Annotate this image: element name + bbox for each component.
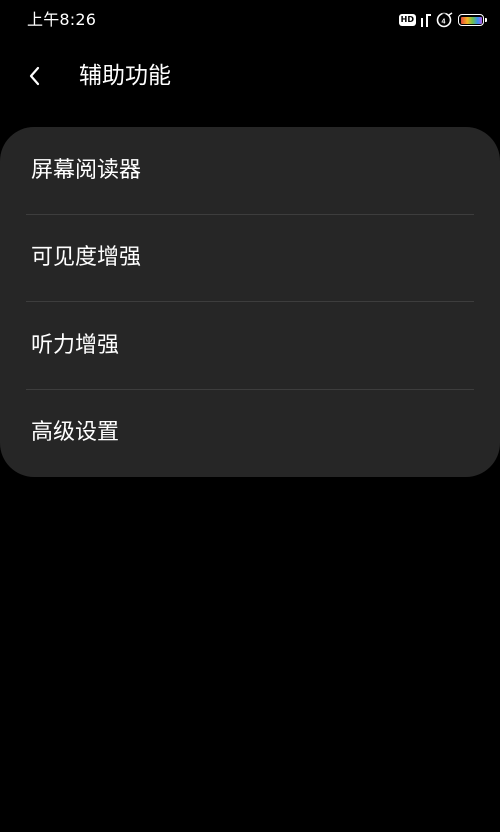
status-icons: HD 4	[398, 11, 487, 29]
back-button[interactable]	[18, 60, 50, 92]
status-bar: 上午8:26 HD 4	[0, 0, 500, 40]
menu-item-label: 可见度增强	[31, 245, 142, 271]
menu-item-label: 屏幕阅读器	[31, 157, 142, 183]
chevron-left-icon	[29, 66, 40, 86]
signal-icon	[421, 14, 431, 27]
status-time: 上午8:26	[27, 10, 97, 29]
menu-item-advanced-settings[interactable]: 高级设置	[0, 390, 500, 478]
page-title: 辅助功能	[79, 63, 171, 89]
battery-level	[460, 16, 482, 24]
wifi-icon: 4	[436, 12, 453, 28]
hd-icon: HD	[398, 14, 416, 26]
menu-item-label: 听力增强	[31, 332, 120, 358]
menu-item-label: 高级设置	[31, 420, 120, 446]
menu-item-screen-reader[interactable]: 屏幕阅读器	[0, 127, 500, 215]
menu-card: 屏幕阅读器 可见度增强 听力增强 高级设置	[0, 127, 500, 477]
battery-icon	[458, 14, 487, 26]
svg-text:4: 4	[442, 19, 446, 26]
menu-item-hearing-enhancement[interactable]: 听力增强	[0, 302, 500, 390]
menu-item-visibility-enhancement[interactable]: 可见度增强	[0, 215, 500, 302]
header: 辅助功能	[0, 52, 500, 102]
